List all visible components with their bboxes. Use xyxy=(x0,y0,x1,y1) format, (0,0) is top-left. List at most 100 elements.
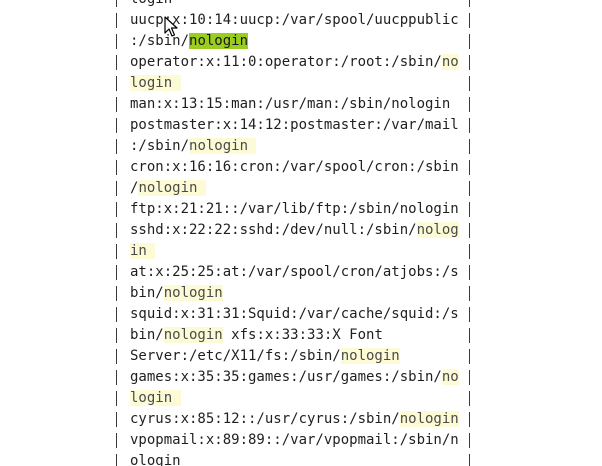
search-match-highlight: login xyxy=(130,75,181,91)
text-line: bin/nologin xfs:x:33:33:X Font xyxy=(0,325,602,346)
search-match-highlight: nologin xyxy=(163,327,223,343)
line-content: operator:x:11:0:operator:/root:/sbin/no xyxy=(130,52,459,73)
search-match-highlight: login xyxy=(130,390,181,406)
line-content: bin/nologin xyxy=(130,283,223,304)
line-content: bin/nologin xfs:x:33:33:X Font xyxy=(130,325,383,346)
line-content: ologin xyxy=(130,451,181,466)
line-text: ologin xyxy=(130,453,181,466)
table-border-right xyxy=(469,34,470,49)
table-border-right xyxy=(469,139,470,154)
line-content: in xyxy=(130,241,156,262)
line-content: at:x:25:25:at:/var/spool/cron/atjobs:/s xyxy=(130,262,459,283)
table-border-left xyxy=(116,265,117,280)
text-line: games:x:35:35:games:/usr/games:/sbin/no xyxy=(0,367,602,388)
text-line: Server:/etc/X11/fs:/sbin/nologin xyxy=(0,346,602,367)
line-content: uucp:x:10:14:uucp:/var/spool/uucppublic xyxy=(130,10,459,31)
text-content-area[interactable]: login uucp:x:10:14:uucp:/var/spool/uucppu… xyxy=(0,0,602,466)
table-border-right xyxy=(469,244,470,259)
text-line: vpopmail:x:89:89::/var/vpopmail:/sbin/n xyxy=(0,430,602,451)
table-border-left xyxy=(116,412,117,427)
line-text: cron:x:16:16:cron:/var/spool/cron:/sbin xyxy=(130,159,459,175)
table-border-left xyxy=(116,0,117,7)
text-line: /nologin xyxy=(0,178,602,199)
table-border-right xyxy=(469,328,470,343)
table-border-right xyxy=(469,307,470,322)
search-match-highlight: nologin xyxy=(399,411,459,427)
line-text: man:x:13:15:man:/usr/man:/sbin/nologin xyxy=(130,96,451,112)
table-border-left xyxy=(116,391,117,406)
table-border-right xyxy=(469,349,470,364)
text-line: login xyxy=(0,73,602,94)
line-text: sshd:x:22:22:sshd:/dev/null:/sbin/ xyxy=(130,222,417,238)
table-border-left xyxy=(116,76,117,91)
line-content: man:x:13:15:man:/usr/man:/sbin/nologin xyxy=(130,94,450,115)
search-match-highlight: nologin xyxy=(138,180,206,196)
table-border-right xyxy=(469,223,470,238)
table-border-left xyxy=(116,223,117,238)
table-border-right xyxy=(469,454,470,466)
line-content: sshd:x:22:22:sshd:/dev/null:/sbin/nolog xyxy=(130,220,459,241)
table-border-right xyxy=(469,286,470,301)
table-border-left xyxy=(116,202,117,217)
table-border-left xyxy=(116,181,117,196)
line-text: games:x:35:35:games:/usr/games:/sbin/ xyxy=(130,369,442,385)
table-border-left xyxy=(116,34,117,49)
line-text: cyrus:x:85:12::/usr/cyrus:/sbin/ xyxy=(130,411,400,427)
table-border-left xyxy=(116,454,117,466)
table-border-left xyxy=(116,370,117,385)
table-border-right xyxy=(469,391,470,406)
table-border-left xyxy=(116,328,117,343)
text-line: man:x:13:15:man:/usr/man:/sbin/nologin xyxy=(0,94,602,115)
line-text: Server:/etc/X11/fs:/sbin/ xyxy=(130,348,341,364)
search-match-highlight: nologin xyxy=(340,348,400,364)
line-content: vpopmail:x:89:89::/var/vpopmail:/sbin/n xyxy=(130,430,459,451)
line-text: squid:x:31:31:Squid:/var/cache/squid:/s xyxy=(130,306,459,322)
table-border-left xyxy=(116,139,117,154)
line-content: /nologin xyxy=(130,178,206,199)
search-match-highlight: no xyxy=(441,369,459,385)
table-border-left xyxy=(116,118,117,133)
text-line: uucp:x:10:14:uucp:/var/spool/uucppublic xyxy=(0,10,602,31)
search-match-highlight: nologin xyxy=(189,138,257,154)
line-content: login xyxy=(130,73,181,94)
line-text: operator:x:11:0:operator:/root:/sbin/ xyxy=(130,54,442,70)
table-border-right xyxy=(469,265,470,280)
table-border-right xyxy=(469,412,470,427)
text-line: postmaster:x:14:12:postmaster:/var/mail xyxy=(0,115,602,136)
table-border-right xyxy=(469,433,470,448)
line-text: login xyxy=(130,0,172,7)
line-text: at:x:25:25:at:/var/spool/cron/atjobs:/s xyxy=(130,264,459,280)
line-content: games:x:35:35:games:/usr/games:/sbin/no xyxy=(130,367,459,388)
table-border-left xyxy=(116,97,117,112)
search-match-highlight: nologin xyxy=(163,285,223,301)
text-line: login xyxy=(0,0,602,10)
search-match-highlight: in xyxy=(130,243,156,259)
line-text: xfs:x:33:33:X Font xyxy=(222,327,383,343)
table-border-left xyxy=(116,433,117,448)
table-border-right xyxy=(469,97,470,112)
text-line: cyrus:x:85:12::/usr/cyrus:/sbin/nologin xyxy=(0,409,602,430)
text-line: sshd:x:22:22:sshd:/dev/null:/sbin/nolog xyxy=(0,220,602,241)
line-content: login xyxy=(130,388,181,409)
table-border-right xyxy=(469,76,470,91)
table-border-left xyxy=(116,13,117,28)
table-border-left xyxy=(116,55,117,70)
text-line: squid:x:31:31:Squid:/var/cache/squid:/s xyxy=(0,304,602,325)
table-border-left xyxy=(116,244,117,259)
text-line: at:x:25:25:at:/var/spool/cron/atjobs:/s xyxy=(0,262,602,283)
table-border-right xyxy=(469,370,470,385)
text-line: ologin xyxy=(0,451,602,466)
line-text: bin/ xyxy=(130,327,164,343)
current-search-match: nologin xyxy=(189,33,249,49)
table-border-right xyxy=(469,13,470,28)
text-line: login xyxy=(0,388,602,409)
table-border-right xyxy=(469,202,470,217)
line-text: ftp:x:21:21::/var/lib/ftp:/sbin/nologin xyxy=(130,201,459,217)
table-border-right xyxy=(469,118,470,133)
line-text: bin/ xyxy=(130,285,164,301)
line-content: login xyxy=(130,0,172,10)
line-content: cyrus:x:85:12::/usr/cyrus:/sbin/nologin xyxy=(130,409,459,430)
line-content: postmaster:x:14:12:postmaster:/var/mail xyxy=(130,115,459,136)
line-content: squid:x:31:31:Squid:/var/cache/squid:/s xyxy=(130,304,459,325)
table-border-left xyxy=(116,286,117,301)
